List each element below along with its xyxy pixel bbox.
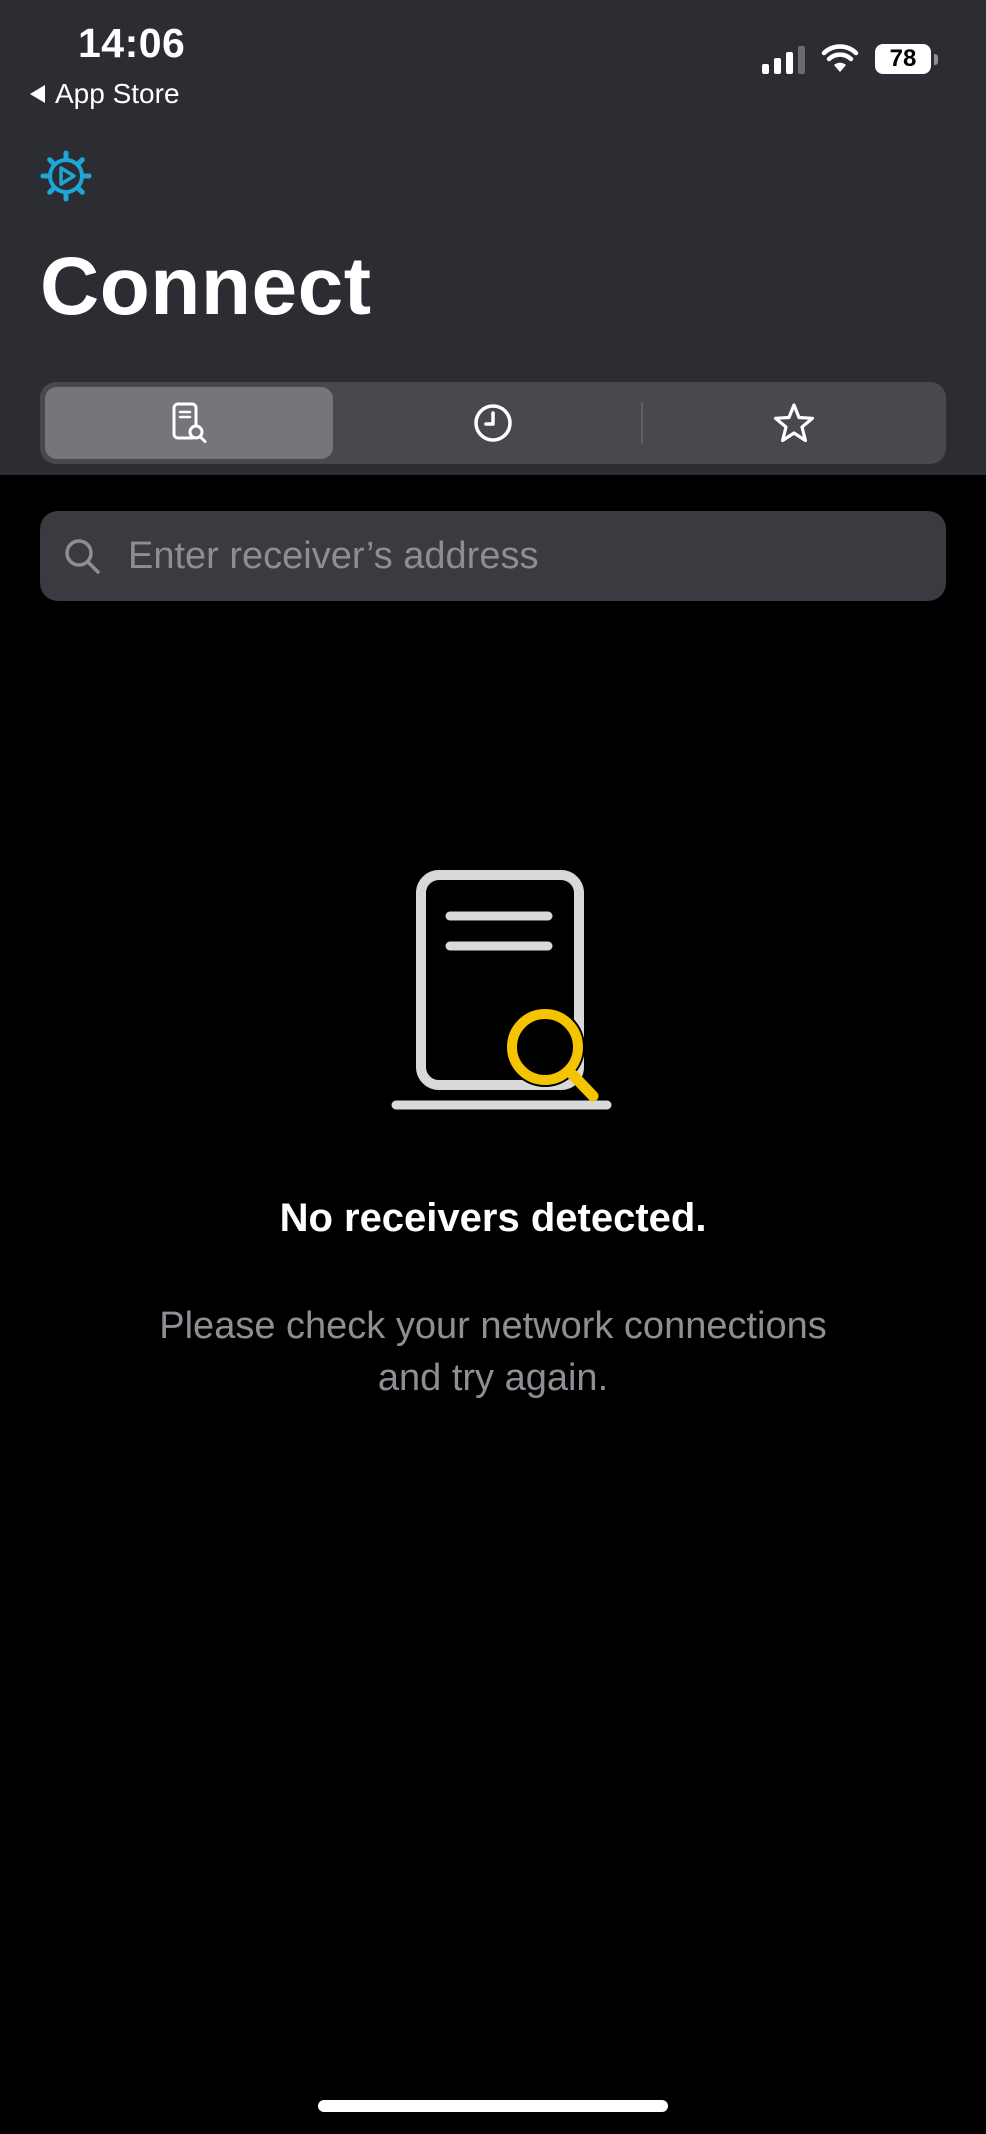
- back-link-label: App Store: [55, 78, 180, 109]
- empty-state-subtitle-line1: Please check your network connections: [159, 1305, 827, 1347]
- receiver-search-icon: [172, 402, 207, 443]
- star-icon: [773, 403, 815, 443]
- search-icon: [62, 536, 102, 576]
- tab-history[interactable]: [345, 387, 641, 459]
- search-bar[interactable]: [40, 511, 946, 601]
- status-time: 14:06: [78, 20, 186, 66]
- empty-state-title: No receivers detected.: [279, 1196, 707, 1240]
- battery-icon: 78: [875, 44, 931, 74]
- header: 14:06 App Store 78 Connect: [0, 0, 986, 475]
- cellular-signal-icon: [762, 44, 805, 74]
- settings-button[interactable]: [40, 150, 92, 202]
- gear-icon: [40, 150, 92, 202]
- tab-favorites[interactable]: [647, 387, 941, 459]
- empty-state-subtitle: Please check your network connections an…: [0, 1300, 986, 1404]
- segmented-control: [40, 382, 946, 464]
- back-to-app-store-link[interactable]: App Store: [30, 78, 180, 110]
- receiver-address-input[interactable]: [126, 533, 946, 579]
- status-indicators: 78: [762, 44, 938, 74]
- empty-state-subtitle-line2: and try again.: [377, 1357, 609, 1399]
- clock-icon: [474, 404, 512, 442]
- tab-divider: [641, 402, 643, 444]
- home-indicator[interactable]: [318, 2100, 668, 2112]
- tab-receivers[interactable]: [45, 387, 333, 459]
- page-title: Connect: [40, 241, 372, 332]
- receiver-search-illustration: [388, 870, 618, 1116]
- back-arrow-icon: [30, 85, 45, 103]
- wifi-icon: [821, 44, 859, 72]
